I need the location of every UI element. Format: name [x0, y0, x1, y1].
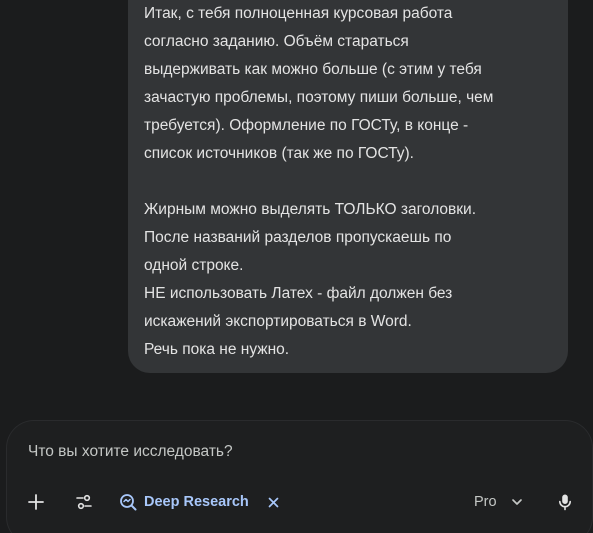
deep-research-label: Deep Research	[144, 494, 249, 510]
message-line: Речь пока не нужно.	[144, 341, 290, 358]
user-message-text: Итак, с тебя полноценная курсовая работа…	[144, 0, 493, 364]
message-line: согласно заданию. Объём стараться	[144, 33, 409, 50]
microphone-icon	[559, 494, 571, 511]
model-label: Pro	[474, 494, 497, 510]
plus-icon	[28, 494, 44, 510]
message-line: НЕ использовать Латех - файл должен без	[144, 285, 453, 302]
prompt-composer: Deep Research Pro	[6, 420, 593, 533]
tools-button[interactable]	[72, 490, 96, 514]
microphone-button[interactable]	[553, 490, 577, 514]
message-line: искажений экспортироваться в Word.	[144, 313, 412, 330]
message-line: список источников (так же по ГОСТу).	[144, 145, 414, 162]
tools-icon	[76, 494, 92, 510]
close-icon	[268, 497, 279, 507]
message-line: выдерживать как можно больше (с этим у т…	[144, 61, 482, 78]
message-line: Итак, с тебя полноценная курсовая работа	[144, 5, 453, 22]
deep-research-icon	[120, 494, 137, 511]
chat-page: Итак, с тебя полноценная курсовая работа…	[0, 0, 593, 533]
message-line: После названий разделов пропускаешь по	[144, 229, 452, 246]
model-selector[interactable]: Pro	[474, 488, 523, 516]
user-message-bubble: Итак, с тебя полноценная курсовая работа…	[128, 0, 568, 373]
prompt-input[interactable]	[28, 441, 568, 463]
message-line: требуется). Оформление по ГОСТу, в конце…	[144, 117, 469, 134]
deep-research-chip[interactable]: Deep Research	[118, 488, 281, 516]
chevron-down-icon	[511, 499, 522, 505]
message-line: зачастую проблемы, поэтому пиши больше, …	[144, 89, 494, 106]
message-line: Жирным можно выделять ТОЛЬКО заголовки.	[144, 201, 477, 218]
message-line: одной строке.	[144, 257, 244, 274]
message-line-blank	[144, 168, 493, 196]
remove-chip-button[interactable]	[267, 495, 281, 509]
add-button[interactable]	[24, 490, 48, 514]
